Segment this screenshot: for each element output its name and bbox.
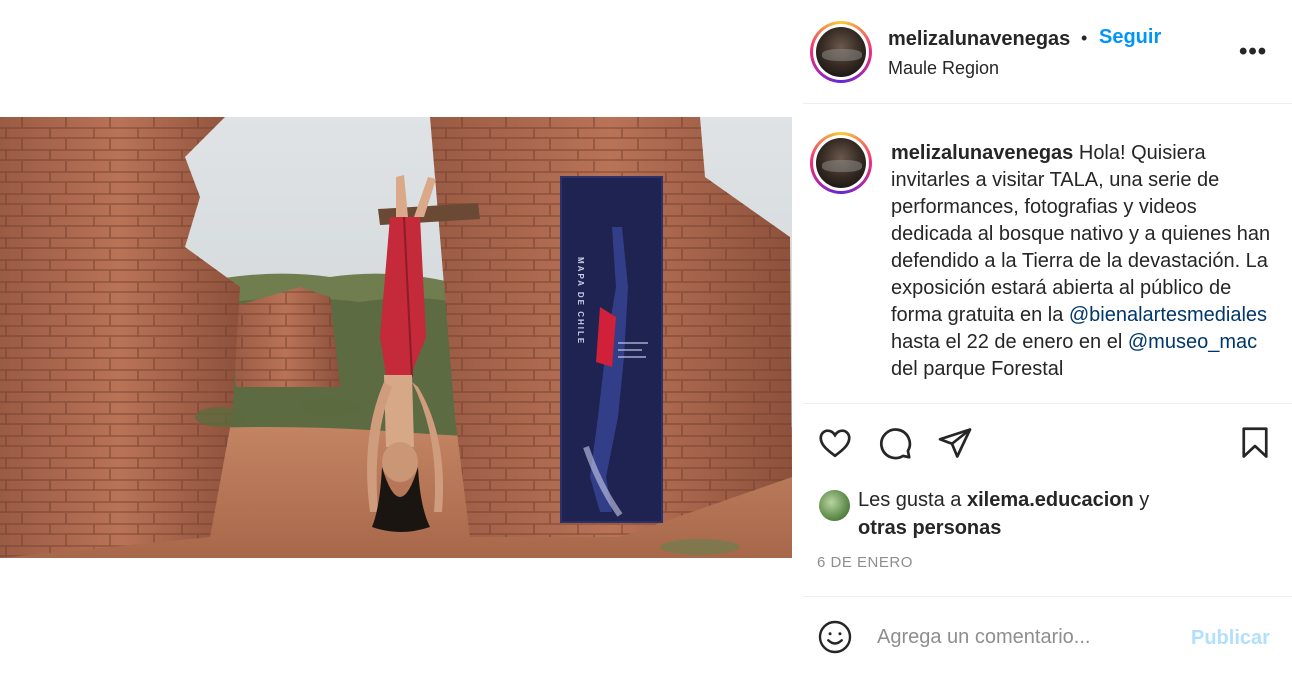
avatar-photo (816, 27, 866, 77)
post-image: MAPA DE CHILE (0, 117, 792, 558)
instagram-post-page: MAPA DE CHILE melizalunavenegas • Seguir… (0, 0, 1292, 675)
bookmark-icon[interactable] (1237, 425, 1273, 461)
follow-button[interactable]: Seguir (1099, 26, 1161, 49)
caption-text-1: Hola! Quisiera invitarles a visitar TALA… (891, 142, 1271, 326)
author-username[interactable]: melizalunavenegas (888, 28, 1070, 51)
heart-icon[interactable] (817, 425, 853, 461)
likes-middle: y (1133, 489, 1150, 511)
emoji-icon[interactable] (817, 619, 853, 655)
mention-link[interactable]: @museo_mac (1128, 331, 1257, 353)
more-options-icon[interactable]: ••• (1239, 38, 1267, 66)
post-date[interactable]: 6 DE ENERO (817, 554, 913, 571)
post-photo[interactable]: MAPA DE CHILE (0, 117, 792, 558)
post-location[interactable]: Maule Region (888, 58, 999, 79)
caption-text-2: hasta el 22 de enero en el (891, 331, 1128, 353)
banner-title: MAPA DE CHILE (576, 257, 585, 345)
share-icon[interactable] (937, 425, 973, 461)
author-avatar[interactable] (810, 21, 872, 83)
comment-bar: Publicar (803, 596, 1292, 675)
separator-dot: • (1081, 28, 1088, 48)
caption-avatar[interactable] (810, 132, 872, 194)
liker-username[interactable]: xilema.educacion (967, 489, 1134, 511)
other-likers-link[interactable]: otras personas (858, 517, 1001, 539)
post-header: melizalunavenegas • Seguir Maule Region … (803, 0, 1292, 104)
post-side-panel: melizalunavenegas • Seguir Maule Region … (803, 0, 1292, 675)
mention-link[interactable]: @bienalartesmediales (1069, 304, 1267, 326)
caption-avatar-photo (816, 138, 866, 188)
post-caption: melizalunavenegas Hola! Quisiera invitar… (891, 140, 1281, 383)
publish-button[interactable]: Publicar (1191, 627, 1270, 650)
liker-avatar[interactable] (819, 490, 850, 521)
comment-icon[interactable] (877, 425, 913, 461)
caption-username[interactable]: melizalunavenegas (891, 142, 1073, 164)
action-bar (803, 405, 1292, 485)
media-area: MAPA DE CHILE (0, 0, 792, 675)
caption-text-3: del parque Forestal (891, 358, 1064, 380)
comment-input[interactable] (877, 619, 1177, 655)
caption-area: melizalunavenegas Hola! Quisiera invitar… (803, 105, 1292, 404)
likes-prefix: Les gusta a (858, 489, 967, 511)
